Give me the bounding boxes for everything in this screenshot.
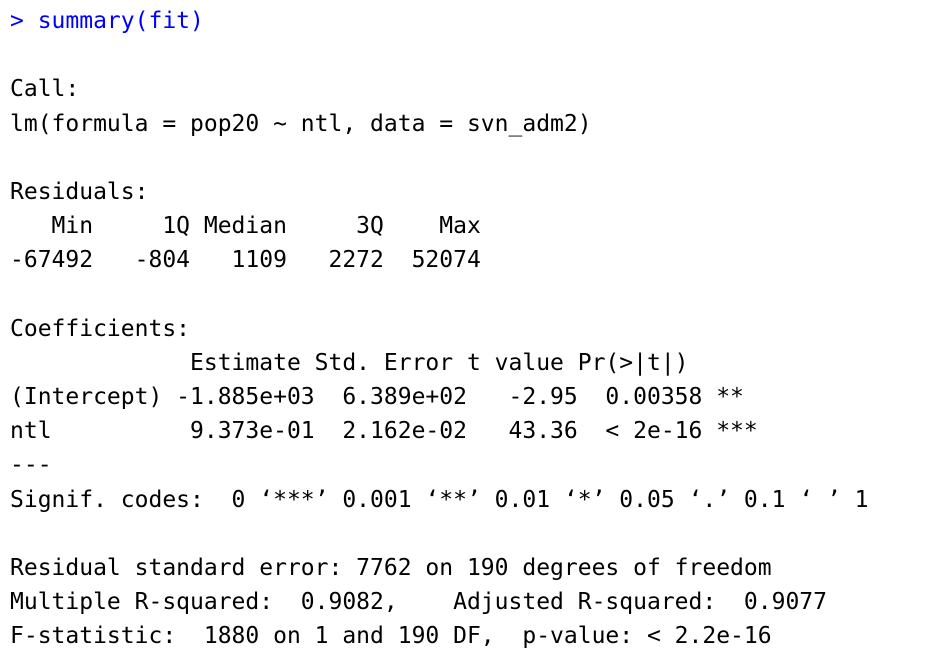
residuals-values: -67492 -804 1109 2272 52074 xyxy=(10,247,481,274)
residuals-header: Min 1Q Median 3Q Max xyxy=(10,213,481,240)
coefficients-label: Coefficients: xyxy=(10,315,191,342)
f-statistic-line: F-statistic: 1880 on 1 and 190 DF, p-val… xyxy=(10,623,772,650)
residuals-label: Residuals: xyxy=(10,178,149,205)
coefficient-row-intercept: (Intercept) -1.885e+03 6.389e+02 -2.95 0… xyxy=(10,384,744,411)
r-console-output: > summary(fit) Call: lm(formula = pop20 … xyxy=(10,4,920,654)
console-command-line[interactable]: > summary(fit) xyxy=(10,4,920,38)
call-label: Call: xyxy=(10,76,80,103)
r-squared-line: Multiple R-squared: 0.9082, Adjusted R-s… xyxy=(10,589,827,616)
coefficients-header: Estimate Std. Error t value Pr(>|t|) xyxy=(10,349,689,376)
residual-standard-error: Residual standard error: 7762 on 190 deg… xyxy=(10,555,772,581)
signif-codes: Signif. codes: 0 ‘***’ 0.001 ‘**’ 0.01 ‘… xyxy=(10,486,869,513)
call-formula: lm(formula = pop20 ~ ntl, data = svn_adm… xyxy=(10,110,592,137)
coefficient-row-ntl: ntl 9.373e-01 2.162e-02 43.36 < 2e-16 **… xyxy=(10,418,758,445)
separator-line: --- xyxy=(10,452,52,479)
